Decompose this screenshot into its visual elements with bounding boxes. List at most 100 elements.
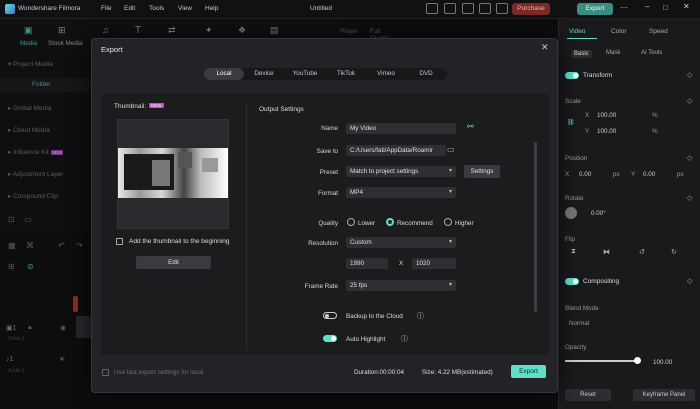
flip-label: Flip: [565, 236, 576, 243]
tab-dvd[interactable]: DVD: [406, 68, 446, 80]
chat-icon[interactable]: [496, 3, 508, 14]
export-dialog: Export ✕ Local Device YouTube TikTok Vim…: [91, 38, 558, 393]
tab-youtube[interactable]: YouTube: [284, 68, 326, 80]
flip-horizontal-icon[interactable]: ⧗: [571, 248, 576, 256]
menu-view[interactable]: View: [178, 5, 192, 12]
purchase-button[interactable]: Purchase: [512, 3, 550, 15]
format-label: Format: [318, 190, 338, 197]
settings-scrollbar[interactable]: [534, 142, 537, 312]
resolution-width-input[interactable]: 1990: [346, 258, 388, 269]
position-y-value[interactable]: 0.00: [643, 171, 655, 178]
cloud-icon[interactable]: [462, 3, 474, 14]
scale-diamond-icon[interactable]: ◇: [687, 97, 692, 105]
grid-icon[interactable]: [479, 3, 491, 14]
menu-help[interactable]: Help: [205, 5, 218, 12]
settings-button[interactable]: Settings: [464, 165, 500, 178]
position-label: Position: [565, 155, 588, 162]
tab-speed[interactable]: Speed: [649, 28, 668, 35]
tab-color[interactable]: Color: [611, 28, 627, 35]
last-settings-checkbox[interactable]: [102, 369, 109, 376]
right-panel: Video Color Speed Basic Mask AI Tools Tr…: [558, 19, 700, 409]
ai-name-icon[interactable]: ⚯: [467, 122, 474, 131]
rotate-left-icon[interactable]: ↺: [639, 248, 645, 256]
tab-video[interactable]: Video: [569, 28, 586, 35]
close-icon[interactable]: ✕: [541, 42, 549, 53]
scale-link-icon[interactable]: ⛓︎: [567, 119, 575, 126]
app-name: Wondershare Filmora: [18, 5, 81, 12]
opacity-label: Opacity: [565, 344, 587, 351]
transform-diamond-icon[interactable]: ◇: [687, 71, 692, 79]
quality-recommend-radio[interactable]: [386, 218, 394, 226]
compositing-toggle[interactable]: [565, 278, 579, 285]
last-settings-label: Use last export settings for local: [114, 369, 204, 376]
quality-label: Quality: [318, 220, 338, 227]
scale-y-value[interactable]: 100.00: [597, 128, 616, 135]
scale-y-unit: %: [652, 128, 658, 135]
auto-highlight-label: Auto Highlight: [346, 336, 386, 343]
reset-button[interactable]: Reset: [565, 389, 611, 401]
rotate-knob[interactable]: [565, 207, 577, 219]
thumbnail-checkbox-label: Add the thumbnail to the beginning: [129, 238, 230, 245]
thumbnail-checkbox[interactable]: [116, 238, 123, 245]
subtab-basic[interactable]: Basic: [571, 50, 592, 58]
more-icon[interactable]: ⋯: [620, 3, 628, 12]
opacity-value[interactable]: 100.00: [653, 359, 672, 366]
minimize-icon[interactable]: –: [645, 2, 649, 11]
subtab-ai-tools[interactable]: AI Tools: [641, 50, 662, 56]
position-x-value[interactable]: 0.00: [579, 171, 591, 178]
backup-info-icon[interactable]: ⓘ: [417, 311, 424, 321]
scale-x-unit: %: [652, 112, 658, 119]
transform-toggle[interactable]: [565, 72, 579, 79]
quality-higher-label: Higher: [455, 220, 474, 227]
tab-device[interactable]: Device: [244, 68, 284, 80]
preset-select[interactable]: Match to project settings ▾: [346, 166, 456, 177]
position-y-unit: px: [677, 171, 684, 178]
save-to-input[interactable]: C:/Users/fati/AppData/Roamir: [346, 145, 446, 156]
maximize-icon[interactable]: □: [663, 3, 668, 12]
tab-local[interactable]: Local: [204, 68, 244, 80]
resolution-select[interactable]: Custom ▾: [346, 237, 456, 248]
thumbnail-image: [118, 148, 228, 198]
auto-highlight-toggle[interactable]: [323, 335, 337, 342]
thumbnail-preview[interactable]: [117, 119, 229, 229]
name-input[interactable]: My Video: [346, 123, 456, 134]
tab-tiktok[interactable]: TikTok: [326, 68, 366, 80]
backup-cloud-toggle[interactable]: [323, 312, 337, 319]
quality-higher-radio[interactable]: [444, 218, 452, 226]
opacity-slider-handle[interactable]: [634, 357, 641, 364]
monitor-icon[interactable]: [426, 3, 438, 14]
format-select[interactable]: MP4 ▾: [346, 187, 456, 198]
save-to-label: Save to: [316, 148, 338, 155]
highlight-info-icon[interactable]: ⓘ: [401, 334, 408, 344]
folder-browse-icon[interactable]: ▭: [447, 145, 455, 154]
subtab-mask[interactable]: Mask: [606, 50, 620, 56]
transform-label: Transform: [583, 72, 613, 79]
keyframe-panel-button[interactable]: Keyframe Panel: [633, 389, 695, 401]
blend-mode-select[interactable]: Normal: [569, 320, 589, 327]
export-button[interactable]: Export: [511, 365, 546, 378]
menu-file[interactable]: File: [101, 5, 111, 12]
menu-edit[interactable]: Edit: [124, 5, 135, 12]
thumbnail-label: Thumbnail:: [114, 103, 147, 110]
scale-x-value[interactable]: 100.00: [597, 112, 616, 119]
menu-tools[interactable]: Tools: [149, 5, 164, 12]
tab-vimeo[interactable]: Vimeo: [366, 68, 406, 80]
download-icon[interactable]: [444, 3, 456, 14]
position-diamond-icon[interactable]: ◇: [687, 154, 692, 162]
flip-vertical-icon[interactable]: ⧓: [603, 248, 610, 256]
resolution-height-input[interactable]: 1020: [412, 258, 456, 269]
frame-rate-label: Frame Rate: [304, 283, 338, 290]
top-export-button[interactable]: Export: [577, 3, 613, 15]
close-window-icon[interactable]: ✕: [683, 2, 690, 11]
opacity-slider[interactable]: [565, 360, 637, 362]
duration-text: Duration:00:00:04: [354, 369, 405, 376]
compositing-diamond-icon[interactable]: ◇: [687, 277, 692, 285]
quality-lower-radio[interactable]: [347, 218, 355, 226]
resolution-label: Resolution: [308, 240, 338, 247]
app-logo-icon: [5, 4, 15, 14]
rotate-diamond-icon[interactable]: ◇: [687, 194, 692, 202]
rotate-value[interactable]: 0.00°: [591, 210, 606, 217]
thumbnail-edit-button[interactable]: Edit: [136, 256, 211, 269]
rotate-right-icon[interactable]: ↻: [671, 248, 677, 256]
frame-rate-select[interactable]: 25 fps ▾: [346, 280, 456, 291]
